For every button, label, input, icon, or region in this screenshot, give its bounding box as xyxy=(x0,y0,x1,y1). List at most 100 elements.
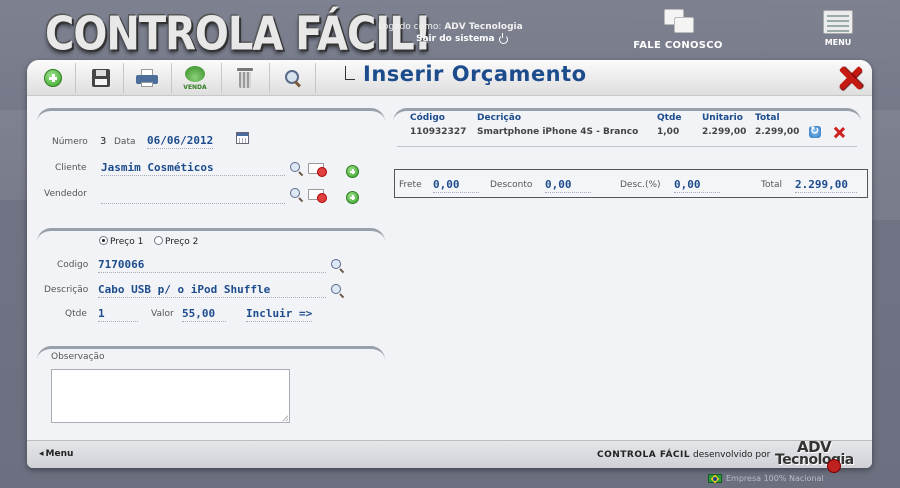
qtde-field[interactable]: 1 xyxy=(98,307,138,322)
vendedor-search-icon[interactable] xyxy=(290,188,304,202)
row-unitario: 2.299,00 xyxy=(702,127,747,137)
calendar-icon[interactable] xyxy=(236,132,249,144)
venda-label: VENDA xyxy=(183,84,207,91)
frete-field[interactable]: 0,00 xyxy=(433,178,479,193)
logout-label: Sair do sistema xyxy=(416,34,495,44)
row-total: 2.299,00 xyxy=(755,127,800,137)
logout-link[interactable]: Sair do sistema xyxy=(416,32,508,44)
preco2-label: Preço 2 xyxy=(165,237,199,247)
total-field: 2.299,00 xyxy=(795,178,857,193)
descricao-label: Descrição xyxy=(44,285,89,295)
preco2-option[interactable]: Preço 2 xyxy=(154,236,198,247)
vendedor-label: Vendedor xyxy=(44,189,87,199)
row-qtde: 1,00 xyxy=(657,127,680,137)
table-row: 110932327 Smartphone iPhone 4S - Branco … xyxy=(410,124,863,139)
title-wrap: Inserir Orçamento xyxy=(345,62,587,86)
add-icon xyxy=(44,69,62,87)
desconto-field[interactable]: 0,00 xyxy=(545,178,591,193)
cliente-add-icon[interactable] xyxy=(346,165,359,178)
vendedor-add-icon[interactable] xyxy=(346,191,359,204)
descpct-field[interactable]: 0,00 xyxy=(674,178,720,193)
item-entry-box xyxy=(37,228,385,248)
venda-button[interactable]: VENDA xyxy=(181,64,209,92)
observacao-textarea[interactable] xyxy=(51,369,290,423)
qtde-label: Qtde xyxy=(65,309,87,319)
add-button[interactable] xyxy=(39,64,67,92)
logged-label: Logado como: xyxy=(378,22,442,32)
search-button[interactable] xyxy=(279,64,307,92)
logged-user: ADV Tecnologia xyxy=(444,22,523,32)
main-panel: VENDA Inserir Orçamento Número 3 Data 06… xyxy=(27,60,872,468)
numero-label: Número xyxy=(52,137,88,147)
adv-line2: Tecnologia xyxy=(775,452,854,468)
preco2-radio[interactable] xyxy=(154,236,163,245)
adv-badge-icon xyxy=(827,459,841,473)
vendedor-remove-icon[interactable] xyxy=(308,189,327,203)
page-title: Inserir Orçamento xyxy=(363,62,587,86)
total-label: Total xyxy=(761,180,783,190)
row-codigo: 110932327 xyxy=(410,127,467,137)
refresh-icon[interactable] xyxy=(809,124,821,138)
cliente-remove-icon[interactable] xyxy=(308,163,327,177)
power-icon xyxy=(498,32,508,44)
nacional-label: Empresa 100% Nacional xyxy=(726,474,824,483)
descricao-field[interactable]: Cabo USB p/ o iPod Shuffle xyxy=(98,283,326,298)
cliente-search-icon[interactable] xyxy=(290,162,304,176)
main-menu-button[interactable]: MENU xyxy=(820,10,856,47)
valor-label: Valor xyxy=(151,309,174,319)
flag-icon xyxy=(708,474,722,483)
numero-value: 3 xyxy=(100,136,107,147)
col-descricao: Decrição xyxy=(477,113,522,123)
frete-label: Frete xyxy=(399,180,422,190)
nacional-badge: Empresa 100% Nacional xyxy=(708,474,824,483)
data-label: Data xyxy=(114,137,136,147)
observacao-label: Observação xyxy=(51,352,105,362)
desconto-label: Desconto xyxy=(490,180,533,190)
preco1-option[interactable]: Preço 1 xyxy=(99,236,143,247)
totals-box: Frete 0,00 Desconto 0,00 Desc.(%) 0,00 T… xyxy=(394,169,868,198)
preco1-label: Preço 1 xyxy=(110,237,144,247)
contact-button[interactable]: FALE CONOSCO xyxy=(632,7,724,51)
menu-grid-icon xyxy=(823,10,853,34)
footer-menu-link[interactable]: Menu xyxy=(39,449,74,459)
trash-icon xyxy=(237,68,253,88)
toolbar: VENDA Inserir Orçamento xyxy=(27,60,872,96)
codigo-label: Codigo xyxy=(57,260,89,270)
print-button[interactable] xyxy=(133,64,161,92)
venda-icon: VENDA xyxy=(182,65,208,91)
adv-logo[interactable]: ADV Tecnologia xyxy=(775,440,865,468)
app-logo: CONTROLA FÁCIL! xyxy=(45,8,432,61)
footer: Menu CONTROLA FÁCIL desenvolvido por ADV… xyxy=(27,440,872,468)
contact-label: FALE CONOSCO xyxy=(633,40,723,51)
descricao-search-icon[interactable] xyxy=(331,284,345,298)
search-icon xyxy=(284,69,302,87)
col-total: Total xyxy=(755,113,780,123)
vendedor-field[interactable] xyxy=(101,191,285,204)
save-button[interactable] xyxy=(87,64,115,92)
valor-field[interactable]: 55,00 xyxy=(182,307,226,322)
preco1-radio[interactable] xyxy=(99,236,108,245)
incluir-button[interactable]: Incluir => xyxy=(246,307,313,322)
credit-brand: CONTROLA FÁCIL xyxy=(597,450,691,460)
delete-icon[interactable] xyxy=(834,127,845,138)
col-qtde: Qtde xyxy=(657,113,682,123)
descpct-label: Desc.(%) xyxy=(620,180,661,190)
print-icon xyxy=(136,69,158,87)
login-info: Logado como: ADV Tecnologia xyxy=(378,22,523,32)
footer-credit: CONTROLA FÁCIL desenvolvido por xyxy=(597,450,770,460)
cliente-label: Cliente xyxy=(55,163,87,173)
col-unitario: Unitario xyxy=(702,113,743,123)
col-codigo: Código xyxy=(410,113,445,123)
credit-text: desenvolvido por xyxy=(693,450,771,460)
close-icon[interactable] xyxy=(836,64,864,92)
data-field[interactable]: 06/06/2012 xyxy=(147,134,214,149)
row-descricao: Smartphone iPhone 4S - Branco xyxy=(477,127,639,137)
delete-button[interactable] xyxy=(231,64,259,92)
header-info-box xyxy=(37,108,385,128)
chat-icon xyxy=(660,7,696,37)
codigo-search-icon[interactable] xyxy=(331,259,345,273)
items-table-header: Código Decrição Qtde Unitario Total xyxy=(410,113,863,125)
cliente-field[interactable]: Jasmim Cosméticos xyxy=(101,161,285,176)
codigo-field[interactable]: 7170066 xyxy=(98,258,326,273)
save-icon xyxy=(92,69,110,87)
